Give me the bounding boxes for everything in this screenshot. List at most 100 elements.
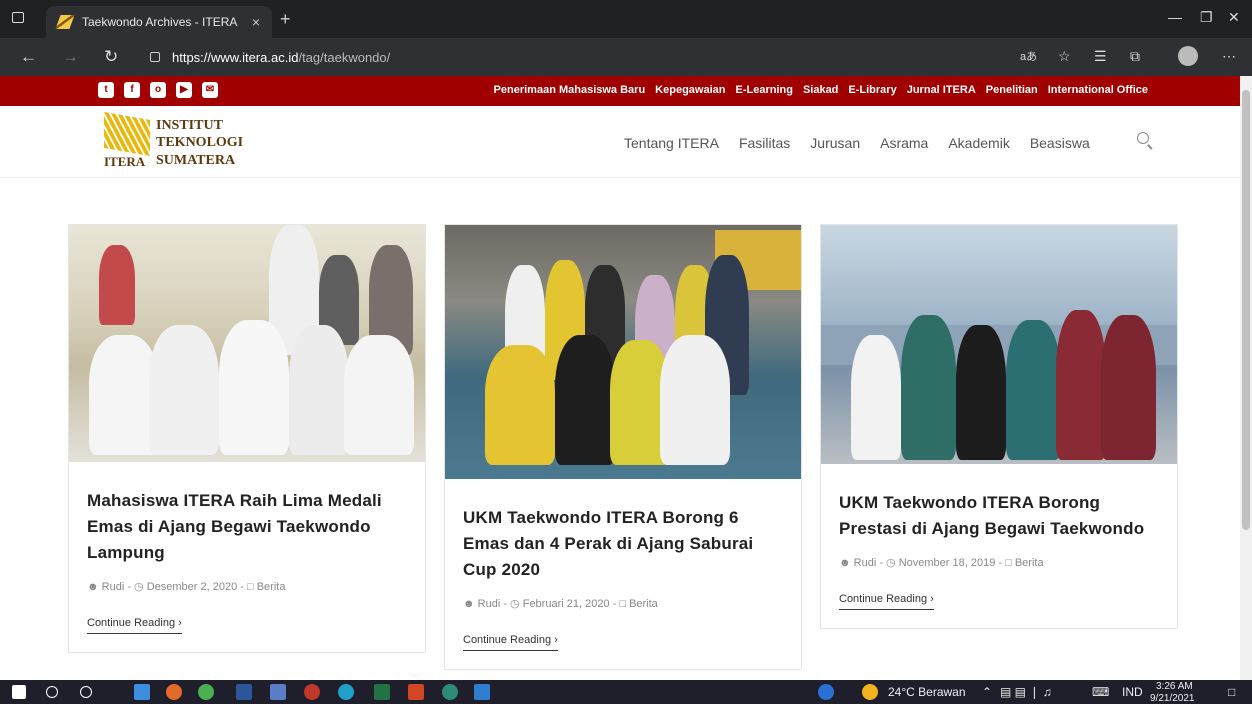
nav-item[interactable]: Tentang ITERA [624,135,719,151]
page-scrollbar[interactable] [1240,76,1252,680]
close-window-icon[interactable]: ✕ [1228,9,1240,26]
browser-tab[interactable]: Taekwondo Archives - ITERA × [46,6,272,38]
post-date: Desember 2, 2020 [146,581,238,593]
youtube-icon[interactable]: ▶ [176,82,192,98]
window-menu-icon[interactable] [12,12,24,23]
clock-date[interactable]: 9/21/2021 [1150,693,1195,704]
continue-reading-link[interactable]: Continue Reading › [463,634,558,651]
word-icon[interactable] [236,684,252,700]
post-author[interactable]: Rudi [102,581,125,593]
favorite-add-icon[interactable]: ☆ [1058,48,1071,65]
top-link[interactable]: E-Learning [735,84,792,96]
favorites-icon[interactable]: ☰ [1094,48,1107,65]
clock-icon: ◷ [886,557,896,569]
top-link[interactable]: Penelitian [986,84,1038,96]
clock-time[interactable]: 3:26 AM [1156,681,1193,692]
facebook-icon[interactable]: f [124,82,140,98]
continue-reading-link[interactable]: Continue Reading › [839,593,934,610]
post-body: Mahasiswa ITERA Raih Lima Medali Emas di… [69,462,425,652]
post-category[interactable]: Berita [257,581,286,593]
url-host: https://www.itera.ac.id [172,49,299,65]
clock-icon: ◷ [510,598,520,610]
continue-reading-link[interactable]: Continue Reading › [87,617,182,634]
nav-item[interactable]: Fasilitas [739,135,790,151]
post-meta: ☻ Rudi - ◷ Desember 2, 2020 - □ Berita [87,581,286,593]
app-icon[interactable] [166,684,182,700]
top-link[interactable]: Kepegawaian [655,84,725,96]
post-card: UKM Taekwondo ITERA Borong Prestasi di A… [820,224,1178,629]
app-icon[interactable] [442,684,458,700]
more-menu-icon[interactable]: ⋯ [1222,48,1236,65]
post-title[interactable]: Mahasiswa ITERA Raih Lima Medali Emas di… [87,488,407,566]
post-image[interactable] [69,225,425,462]
top-link[interactable]: Penerimaan Mahasiswa Baru [494,84,646,96]
start-icon[interactable] [12,685,26,699]
app-icon[interactable] [304,684,320,700]
author-icon: ☻ [463,598,475,610]
post-date: Februari 21, 2020 [522,598,610,610]
powerpoint-icon[interactable] [408,684,424,700]
tab-close-icon[interactable]: × [252,14,260,30]
nav-item[interactable]: Beasiswa [1030,135,1090,151]
search-icon[interactable] [1137,132,1149,144]
logo-line2: TEKNOLOGI [156,135,244,150]
top-link[interactable]: Jurnal ITERA [907,84,976,96]
read-aloud-icon[interactable]: aあ [1020,48,1037,64]
mail-icon[interactable]: ✉ [202,82,218,98]
lock-icon[interactable] [150,52,160,62]
nav-item[interactable]: Asrama [880,135,928,151]
search-taskbar-icon[interactable] [46,686,58,698]
post-title[interactable]: UKM Taekwondo ITERA Borong 6 Emas dan 4 … [463,505,783,583]
url-input[interactable]: https://www.itera.ac.id/tag/taekwondo/ [138,44,998,70]
clock-icon: ◷ [134,581,144,593]
file-explorer-icon[interactable] [134,684,150,700]
author-icon: ☻ [839,557,851,569]
weather-text[interactable]: 24°C Berawan [888,685,966,699]
top-link[interactable]: E-Library [848,84,896,96]
post-image[interactable] [821,225,1177,464]
site-favicon-icon [55,15,75,29]
post-title[interactable]: UKM Taekwondo ITERA Borong Prestasi di A… [839,490,1159,542]
cortana-icon[interactable] [80,686,92,698]
forward-icon[interactable]: → [62,47,79,67]
excel-icon[interactable] [374,684,390,700]
vscode-icon[interactable] [474,684,490,700]
scrollbar-thumb[interactable] [1242,90,1250,530]
post-body: UKM Taekwondo ITERA Borong 6 Emas dan 4 … [445,479,801,669]
tab-title: Taekwondo Archives - ITERA [82,15,238,29]
language-indicator[interactable]: IND [1122,685,1143,699]
instagram-icon[interactable]: o [150,82,166,98]
post-meta: ☻ Rudi - ◷ Februari 21, 2020 - □ Berita [463,598,658,610]
help-icon[interactable] [818,684,834,700]
new-tab-button[interactable]: + [280,9,291,30]
profile-avatar[interactable] [1178,46,1198,66]
browser-titlebar: Taekwondo Archives - ITERA × + — ❐ ✕ [0,0,1252,38]
minimize-icon[interactable]: — [1168,9,1182,25]
top-link[interactable]: Siakad [803,84,838,96]
twitter-icon[interactable]: t [98,82,114,98]
post-image[interactable] [445,225,801,479]
tray-chevron-icon[interactable]: ⌃ [982,685,992,699]
main-nav: Tentang ITERA Fasilitas Jurusan Asrama A… [624,135,1090,151]
nav-item[interactable]: Jurusan [810,135,860,151]
refresh-icon[interactable]: ↻ [104,47,118,67]
tray-icons[interactable]: ▤ ▤ ❘ ♫ [1000,685,1052,699]
notification-icon[interactable]: □ [1228,685,1235,699]
post-author[interactable]: Rudi [478,598,501,610]
top-link[interactable]: International Office [1048,84,1148,96]
collections-icon[interactable]: ⧉ [1130,48,1140,65]
keyboard-icon[interactable]: ⌨ [1092,685,1109,699]
post-category[interactable]: Berita [629,598,658,610]
post-author[interactable]: Rudi [854,557,877,569]
back-icon[interactable]: ← [20,47,37,67]
chrome-icon[interactable] [198,684,214,700]
restore-icon[interactable]: ❐ [1200,9,1213,26]
post-body: UKM Taekwondo ITERA Borong Prestasi di A… [821,464,1177,628]
edge-icon[interactable] [338,684,354,700]
post-category[interactable]: Berita [1015,557,1044,569]
post-meta: ☻ Rudi - ◷ November 18, 2019 - □ Berita [839,557,1044,569]
nav-item[interactable]: Akademik [948,135,1009,151]
logo-line3: SUMATERA [156,153,236,168]
app-icon[interactable] [270,684,286,700]
logo-mark-icon [104,111,150,157]
